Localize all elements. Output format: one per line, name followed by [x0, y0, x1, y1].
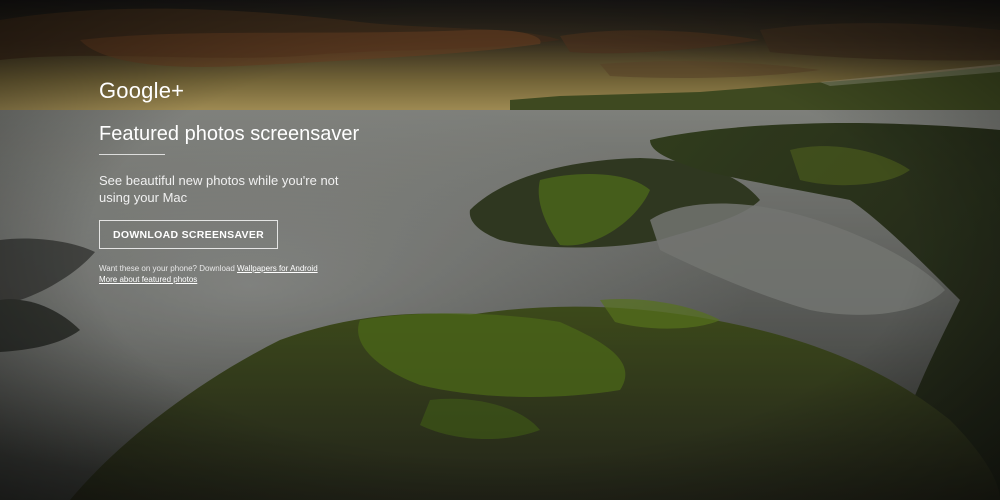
screensaver-landing-page: Google+ Featured photos screensaver See …	[0, 0, 1000, 500]
page-title: Featured photos screensaver	[99, 123, 360, 146]
download-screensaver-button[interactable]: DOWNLOAD SCREENSAVER	[99, 220, 278, 249]
google-plus-logo[interactable]: Google+	[99, 78, 184, 104]
hero-subtitle: See beautiful new photos while you're no…	[99, 173, 339, 205]
background-photo	[0, 0, 1000, 500]
android-note-text: Want these on your phone? Download	[99, 264, 238, 273]
wallpapers-for-android-link[interactable]: Wallpapers for Android	[237, 264, 318, 273]
android-download-note: Want these on your phone? Download Wallp…	[99, 264, 318, 273]
more-about-featured-photos-link[interactable]: More about featured photos	[99, 275, 197, 284]
title-divider	[99, 154, 165, 155]
